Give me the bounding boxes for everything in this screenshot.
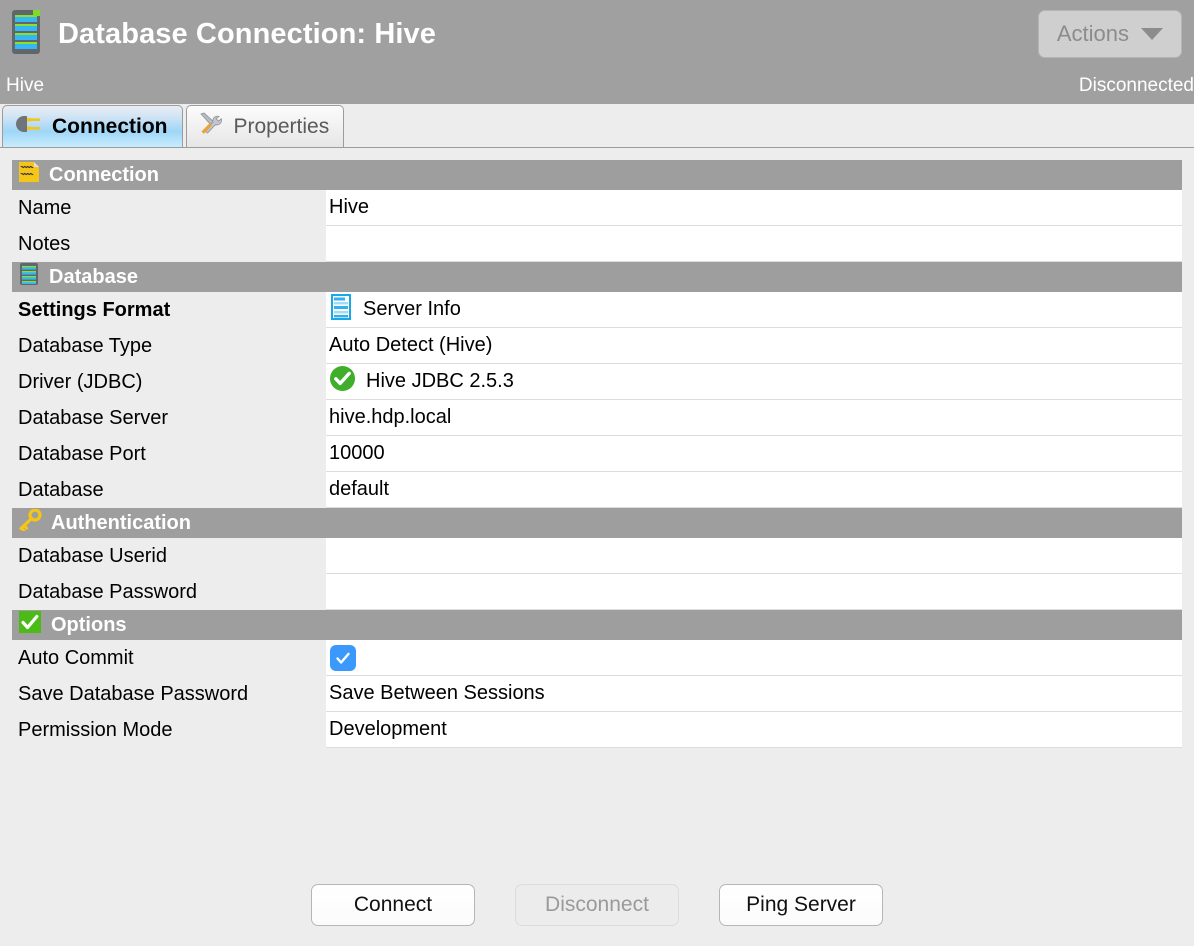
row-database-server: Database Server hive.hdp.local bbox=[12, 400, 1182, 436]
row-label: Database Type bbox=[18, 334, 153, 357]
section-header-database: Database bbox=[12, 262, 1182, 292]
row-permission-mode: Permission Mode Development bbox=[12, 712, 1182, 748]
ping-server-button[interactable]: Ping Server bbox=[719, 884, 883, 926]
connection-property-grid: Connection Name Hive Notes Database Sett bbox=[0, 148, 1194, 748]
key-icon bbox=[18, 508, 42, 537]
field-database-port[interactable]: 10000 bbox=[326, 436, 1182, 472]
row-label: Database Userid bbox=[18, 544, 167, 567]
row-database: Database default bbox=[12, 472, 1182, 508]
row-driver-jdbc: Driver (JDBC) Hive JDBC 2.5.3 bbox=[12, 364, 1182, 400]
page-title: Database Connection: Hive bbox=[58, 17, 436, 50]
window-title-bar: Database Connection: Hive Actions bbox=[0, 0, 1194, 68]
actions-button-label: Actions bbox=[1056, 21, 1129, 46]
row-database-type: Database Type Auto Detect (Hive) bbox=[12, 328, 1182, 364]
auto-commit-checkbox[interactable] bbox=[330, 644, 356, 671]
section-title: Authentication bbox=[51, 511, 191, 534]
field-database-userid[interactable] bbox=[326, 538, 1182, 574]
row-settings-format: Settings Format Server Info bbox=[12, 292, 1182, 328]
tools-icon bbox=[197, 112, 225, 142]
connection-name-label: Hive bbox=[6, 75, 45, 96]
row-database-userid: Database Userid bbox=[12, 538, 1182, 574]
status-bar: Hive Disconnected bbox=[0, 68, 1194, 104]
field-driver-jdbc[interactable]: Hive JDBC 2.5.3 bbox=[326, 364, 1182, 400]
row-notes: Notes bbox=[12, 226, 1182, 262]
row-label: Driver (JDBC) bbox=[18, 370, 143, 393]
field-permission-mode[interactable]: Development bbox=[326, 712, 1182, 748]
chevron-down-icon bbox=[1141, 28, 1163, 40]
row-auto-commit: Auto Commit bbox=[12, 640, 1182, 676]
field-settings-format-value: Server Info bbox=[363, 298, 461, 320]
server-info-icon bbox=[329, 293, 353, 326]
row-label: Auto Commit bbox=[18, 646, 134, 669]
field-database[interactable]: default bbox=[326, 472, 1182, 508]
row-label: Notes bbox=[18, 232, 71, 255]
row-label: Database Port bbox=[18, 442, 146, 465]
field-database-server[interactable]: hive.hdp.local bbox=[326, 400, 1182, 436]
row-database-password: Database Password bbox=[12, 574, 1182, 610]
section-header-authentication: Authentication bbox=[12, 508, 1182, 538]
row-label: Database Password bbox=[18, 580, 197, 603]
row-label: Save Database Password bbox=[18, 682, 249, 705]
row-label: Name bbox=[18, 196, 72, 219]
section-title: Database bbox=[49, 265, 138, 288]
row-label: Settings Format bbox=[18, 298, 171, 321]
connect-button[interactable]: Connect bbox=[311, 884, 475, 926]
green-check-square-icon bbox=[18, 610, 42, 640]
green-check-circle-icon bbox=[329, 365, 356, 398]
row-save-database-password: Save Database Password Save Between Sess… bbox=[12, 676, 1182, 712]
row-label: Permission Mode bbox=[18, 718, 173, 741]
database-icon bbox=[8, 8, 44, 61]
footer-button-bar: Connect Disconnect Ping Server bbox=[0, 884, 1194, 926]
field-database-type[interactable]: Auto Detect (Hive) bbox=[326, 328, 1182, 364]
row-label: Database bbox=[18, 478, 104, 501]
field-settings-format[interactable]: Server Info bbox=[326, 292, 1182, 328]
section-header-connection: Connection bbox=[12, 160, 1182, 190]
field-name[interactable]: Hive bbox=[326, 190, 1182, 226]
row-name: Name Hive bbox=[12, 190, 1182, 226]
actions-button[interactable]: Actions bbox=[1037, 10, 1182, 58]
row-database-port: Database Port 10000 bbox=[12, 436, 1182, 472]
section-title: Connection bbox=[49, 163, 159, 186]
tab-connection[interactable]: Connection bbox=[2, 105, 183, 147]
tab-properties-label: Properties bbox=[233, 114, 330, 138]
field-notes[interactable] bbox=[326, 226, 1182, 262]
tab-connection-label: Connection bbox=[52, 114, 168, 138]
field-database-password[interactable] bbox=[326, 574, 1182, 610]
plug-icon bbox=[13, 113, 43, 141]
connection-state-badge: Disconnected bbox=[1078, 75, 1194, 96]
signal-document-icon bbox=[18, 161, 40, 189]
disconnect-button: Disconnect bbox=[515, 884, 679, 926]
section-title: Options bbox=[51, 613, 127, 636]
field-auto-commit[interactable] bbox=[326, 640, 1182, 676]
field-save-database-password[interactable]: Save Between Sessions bbox=[326, 676, 1182, 712]
database-icon bbox=[18, 262, 40, 292]
field-driver-jdbc-value: Hive JDBC 2.5.3 bbox=[366, 370, 514, 392]
tab-properties[interactable]: Properties bbox=[185, 105, 345, 147]
tab-bar: Connection Properties bbox=[0, 104, 1194, 148]
section-header-options: Options bbox=[12, 610, 1182, 640]
row-label: Database Server bbox=[18, 406, 169, 429]
